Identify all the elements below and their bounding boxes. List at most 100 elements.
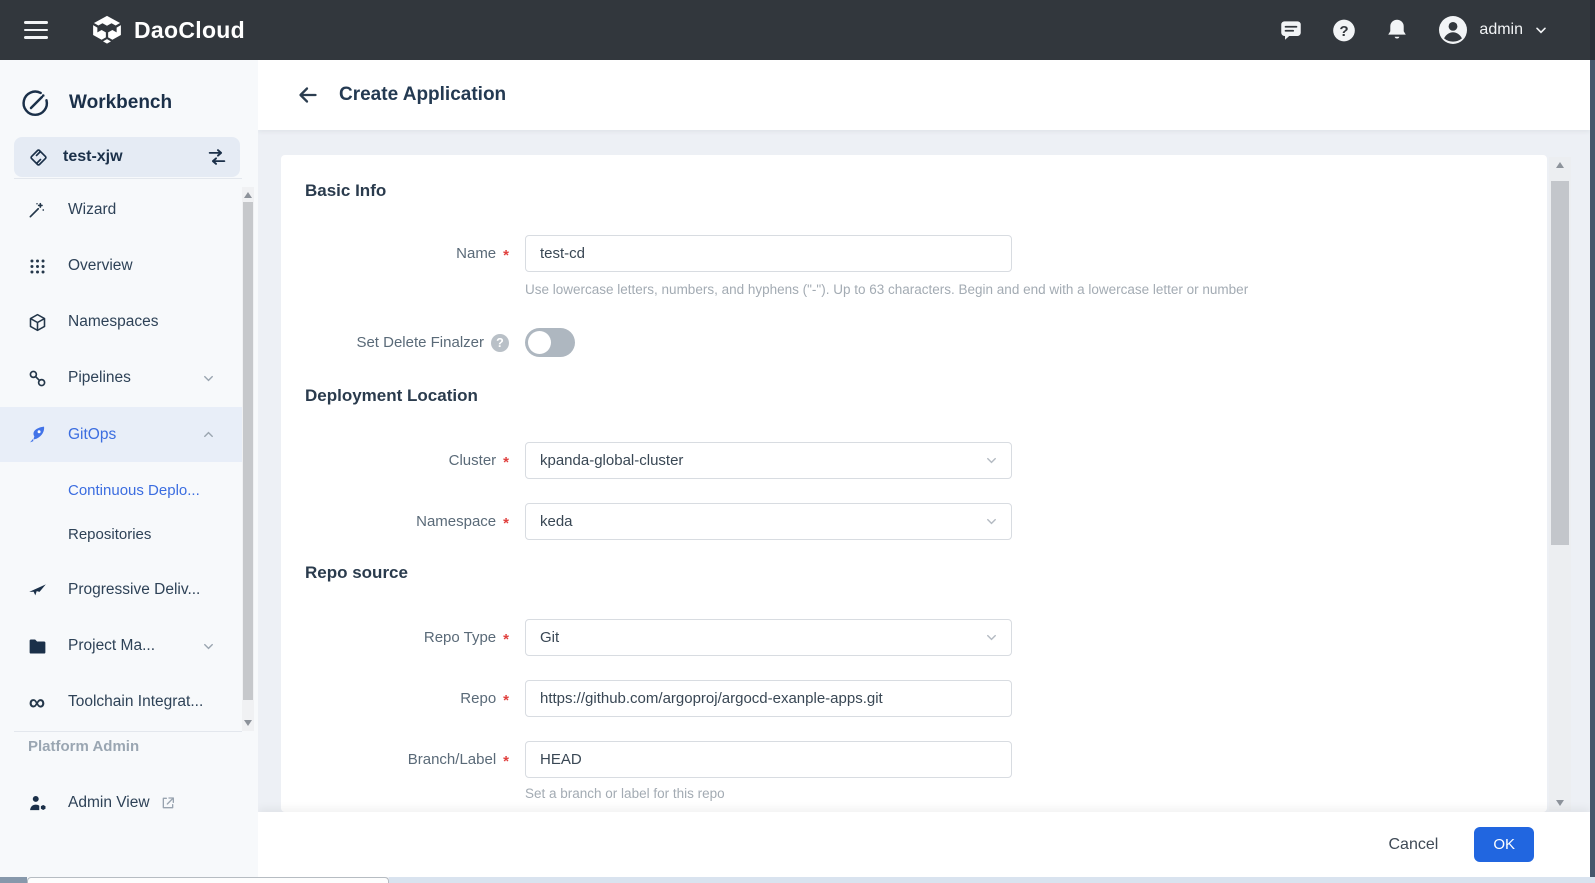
form-footer: Cancel OK xyxy=(258,812,1590,877)
rocket-icon xyxy=(26,424,48,445)
workspace-icon xyxy=(28,147,49,168)
chevron-down-icon xyxy=(984,630,999,645)
finalizer-help-icon[interactable]: ? xyxy=(491,334,509,352)
scroll-up-arrow[interactable] xyxy=(244,192,252,198)
name-label: Name xyxy=(456,245,496,262)
namespace-label: Namespace xyxy=(416,513,496,530)
sidebar-subitem-repositories[interactable]: Repositories xyxy=(0,512,242,556)
name-field-row: Name * xyxy=(281,235,1012,272)
sidebar-item-admin-view[interactable]: Admin View xyxy=(0,775,242,831)
required-marker: * xyxy=(503,631,509,648)
toggle-knob xyxy=(528,331,551,354)
namespace-field-row: Namespace * keda xyxy=(281,503,1012,540)
create-application-form: Basic Info Name * Use lowercase letters,… xyxy=(281,155,1547,812)
infinity-icon: ∞ xyxy=(26,691,48,714)
external-link-icon xyxy=(160,795,176,811)
app-window: DaoCloud ? admin xyxy=(0,0,1595,883)
scrollbar-thumb[interactable] xyxy=(243,202,253,700)
notifications-bell-icon[interactable] xyxy=(1384,17,1410,43)
cancel-button[interactable]: Cancel xyxy=(1389,836,1439,854)
namespace-select[interactable]: keda xyxy=(525,503,1012,540)
workspace-name: test-xjw xyxy=(63,148,192,166)
required-marker: * xyxy=(503,753,509,770)
page-title: Create Application xyxy=(339,84,506,106)
pipelines-icon xyxy=(26,368,48,389)
sidebar-divider xyxy=(14,178,242,179)
repo-type-field-row: Repo Type * Git xyxy=(281,619,1012,656)
sidebar-item-overview[interactable]: Overview xyxy=(0,238,242,294)
repo-label: Repo xyxy=(460,690,496,707)
svg-text:?: ? xyxy=(1340,22,1349,39)
repo-type-label: Repo Type xyxy=(424,629,496,646)
repo-field-row: Repo * xyxy=(281,680,1012,717)
folder-icon xyxy=(26,636,48,657)
sidebar-subitem-continuous-deployment[interactable]: Continuous Deplo... xyxy=(0,468,242,512)
grid-dots-icon xyxy=(26,257,48,276)
required-marker: * xyxy=(503,454,509,471)
workspace-selector[interactable]: test-xjw xyxy=(14,137,240,177)
branch-label: Branch/Label xyxy=(408,751,496,768)
chevron-down-icon xyxy=(201,371,216,386)
help-icon[interactable]: ? xyxy=(1331,17,1357,43)
topbar-actions: ? admin xyxy=(1278,14,1549,46)
sidebar-item-gitops[interactable]: GitOps xyxy=(0,407,242,462)
cluster-select[interactable]: kpanda-global-cluster xyxy=(525,442,1012,479)
platform-admin-section-label: Platform Admin xyxy=(28,738,139,755)
username-label: admin xyxy=(1479,21,1523,39)
required-marker: * xyxy=(503,247,509,264)
sidebar-scrollbar[interactable] xyxy=(242,187,254,731)
finalizer-label: Set Delete Finalzer xyxy=(356,334,484,351)
wizard-wand-icon xyxy=(26,200,48,220)
sidebar-item-progressive-delivery[interactable]: Progressive Deliv... xyxy=(0,562,242,618)
page-header: Create Application xyxy=(258,60,1590,130)
window-bottom-strip xyxy=(0,877,1595,883)
switch-workspace-icon[interactable] xyxy=(206,146,228,168)
scroll-down-arrow[interactable] xyxy=(244,720,252,726)
hamburger-menu-icon[interactable] xyxy=(24,21,48,39)
product-title: Workbench xyxy=(69,92,172,114)
chevron-down-icon xyxy=(984,453,999,468)
chevron-down-icon xyxy=(1533,22,1549,38)
section-deployment-location: Deployment Location xyxy=(305,386,478,406)
chevron-down-icon xyxy=(984,514,999,529)
sidebar-divider xyxy=(14,731,242,732)
sidebar-product: Workbench xyxy=(0,78,172,128)
cluster-label: Cluster xyxy=(449,452,497,469)
user-menu[interactable]: admin xyxy=(1437,14,1549,46)
sidebar-item-wizard[interactable]: Wizard xyxy=(0,182,242,238)
scroll-up-arrow[interactable] xyxy=(1556,162,1564,168)
admin-user-icon xyxy=(26,793,48,814)
sidebar-item-project-management[interactable]: Project Ma... xyxy=(0,618,242,674)
scroll-down-arrow[interactable] xyxy=(1556,800,1564,806)
content-scrollbar[interactable] xyxy=(1549,157,1571,811)
bird-icon xyxy=(26,580,48,601)
sidebar-item-toolchain-integration[interactable]: ∞ Toolchain Integrat... xyxy=(0,674,242,730)
required-marker: * xyxy=(503,515,509,532)
branch-input[interactable] xyxy=(526,742,1011,777)
cube-icon xyxy=(26,312,48,333)
workbench-icon xyxy=(20,88,51,119)
repo-type-select[interactable]: Git xyxy=(525,619,1012,656)
repo-input[interactable] xyxy=(526,681,1011,716)
branch-field-row: Branch/Label * xyxy=(281,741,1012,778)
scrollbar-thumb[interactable] xyxy=(1551,181,1569,545)
cluster-field-row: Cluster * kpanda-global-cluster xyxy=(281,442,1012,479)
ok-button[interactable]: OK xyxy=(1474,827,1534,862)
window-edge-strip xyxy=(1590,0,1595,883)
required-marker: * xyxy=(503,692,509,709)
finalizer-toggle[interactable] xyxy=(525,328,575,357)
section-repo-source: Repo source xyxy=(305,563,408,583)
sidebar-item-pipelines[interactable]: Pipelines xyxy=(0,350,242,406)
branch-hint: Set a branch or label for this repo xyxy=(525,786,725,801)
sidebar: Workbench test-xjw Wizard xyxy=(0,60,258,883)
back-arrow-icon[interactable] xyxy=(295,82,321,108)
chevron-up-icon xyxy=(201,427,216,442)
name-input[interactable] xyxy=(526,236,1011,271)
section-basic-info: Basic Info xyxy=(305,181,386,201)
messages-icon[interactable] xyxy=(1278,17,1304,43)
brand-logo[interactable]: DaoCloud xyxy=(90,14,245,46)
daocloud-logo-icon xyxy=(90,14,124,46)
brand-name: DaoCloud xyxy=(134,17,245,44)
name-hint: Use lowercase letters, numbers, and hyph… xyxy=(525,282,1248,297)
sidebar-item-namespaces[interactable]: Namespaces xyxy=(0,294,242,350)
